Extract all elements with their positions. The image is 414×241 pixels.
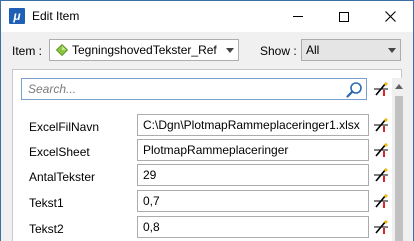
minimize-icon bbox=[293, 16, 303, 17]
edit-item-window: μ Edit Item Item : TegningshovedTekster_… bbox=[0, 0, 414, 241]
property-value-field[interactable]: 0,8 bbox=[137, 216, 369, 238]
show-dropdown-value: All bbox=[306, 43, 320, 57]
diamond-icon bbox=[56, 44, 68, 56]
property-label: Tekst2 bbox=[29, 222, 64, 236]
property-edit-button[interactable] bbox=[372, 192, 390, 210]
maximize-icon bbox=[339, 11, 349, 22]
scroll-up-button[interactable] bbox=[392, 78, 406, 94]
search-input[interactable] bbox=[22, 79, 322, 99]
edit-attribute-icon bbox=[374, 220, 388, 234]
edit-all-button[interactable] bbox=[372, 80, 390, 98]
property-label: ExcelFilNavn bbox=[29, 120, 100, 134]
minimize-button[interactable] bbox=[275, 1, 321, 32]
item-dropdown-value: TegningshovedTekster_Ref bbox=[72, 43, 217, 57]
search-icon[interactable] bbox=[346, 81, 363, 98]
property-value-field[interactable]: C:\Dgn\PlotmapRammeplaceringer1.xlsx bbox=[137, 114, 369, 136]
property-edit-button[interactable] bbox=[372, 116, 390, 134]
item-dropdown[interactable]: TegningshovedTekster_Ref bbox=[49, 39, 239, 61]
title-bar[interactable]: μ Edit Item bbox=[1, 1, 413, 32]
property-value-field[interactable]: PlotmapRammeplaceringer bbox=[137, 139, 369, 161]
show-dropdown[interactable]: All bbox=[301, 39, 401, 61]
properties-panel: ExcelFilNavn C:\Dgn\PlotmapRammeplacerin… bbox=[12, 69, 402, 241]
edit-attribute-icon bbox=[374, 82, 388, 96]
edit-attribute-icon bbox=[374, 118, 388, 132]
window-title: Edit Item bbox=[32, 9, 80, 23]
show-label: Show : bbox=[260, 44, 297, 58]
vertical-scrollbar[interactable] bbox=[392, 78, 406, 241]
property-edit-button[interactable] bbox=[372, 218, 390, 236]
edit-attribute-icon bbox=[374, 168, 388, 182]
maximize-button[interactable] bbox=[321, 1, 367, 32]
property-edit-button[interactable] bbox=[372, 166, 390, 184]
item-label: Item : bbox=[12, 44, 43, 58]
close-button[interactable] bbox=[367, 1, 413, 32]
chevron-down-icon bbox=[222, 40, 238, 60]
toolbar: Item : TegningshovedTekster_Ref Show : A… bbox=[1, 32, 413, 66]
edit-attribute-icon bbox=[374, 143, 388, 157]
scrollbar-thumb[interactable] bbox=[395, 96, 403, 241]
search-box[interactable] bbox=[21, 78, 367, 100]
property-value-field[interactable]: 29 bbox=[137, 164, 369, 186]
close-icon bbox=[384, 11, 396, 22]
property-edit-button[interactable] bbox=[372, 141, 390, 159]
property-value-field[interactable]: 0,7 bbox=[137, 190, 369, 212]
property-label: ExcelSheet bbox=[29, 145, 90, 159]
property-label: Tekst1 bbox=[29, 196, 64, 210]
chevron-up-icon bbox=[395, 83, 403, 89]
app-icon: μ bbox=[9, 8, 25, 24]
property-label: AntalTekster bbox=[29, 170, 96, 184]
edit-attribute-icon bbox=[374, 194, 388, 208]
chevron-down-icon bbox=[384, 40, 400, 60]
